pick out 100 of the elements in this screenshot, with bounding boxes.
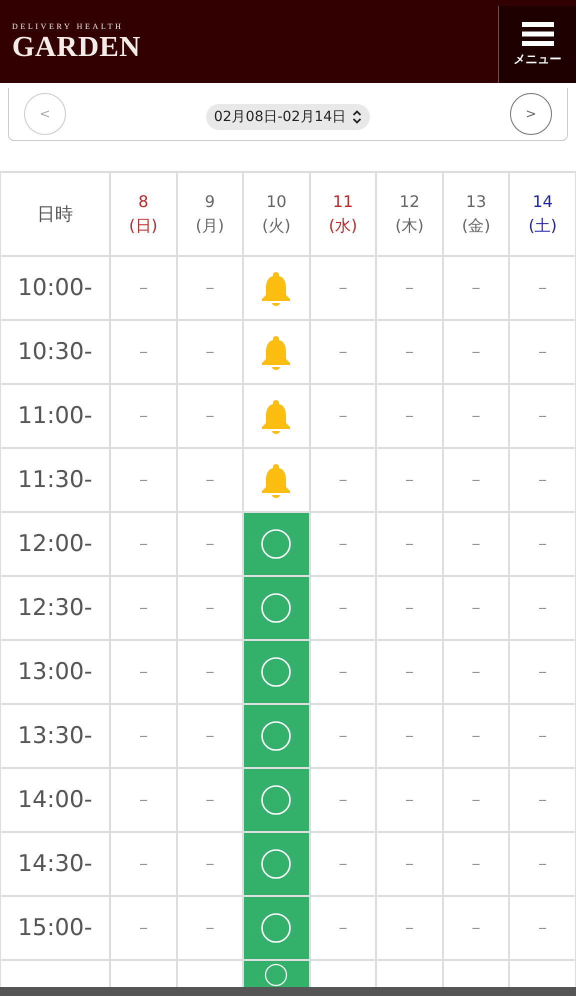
unavailable-cell: － [376,512,443,576]
unavailable-cell: － [110,512,177,576]
available-cell[interactable] [243,512,310,576]
time-cell: 15:00- [0,896,110,960]
unavailable-cell: － [509,512,576,576]
unavailable-cell: － [376,704,443,768]
unavailable-cell: － [442,576,510,640]
time-cell: 13:30- [0,704,110,768]
unavailable-cell: － [110,896,177,960]
time-cell: 11:30- [0,448,110,512]
unavailable-cell: － [110,768,177,832]
menu-icon [522,22,554,46]
logo-tagline: DELIVERY HEALTH [12,22,125,32]
day-date: 10 [265,191,288,213]
time-cell: 11:00- [0,384,110,448]
day-date: 9 [204,191,216,213]
unavailable-cell: － [442,448,510,512]
unavailable-cell: － [310,256,376,320]
circle-icon [260,848,292,880]
unavailable-cell: － [509,320,576,384]
circle-icon [260,720,292,752]
available-cell[interactable] [243,768,310,832]
week-select[interactable]: 02月08日-02月14日 [206,104,370,130]
time-cell: 10:30- [0,320,110,384]
day-date: 11 [332,191,354,213]
time-cell: 10:00- [0,256,110,320]
circle-icon [260,912,292,944]
available-cell[interactable] [243,704,310,768]
unavailable-cell: － [509,832,576,896]
available-cell[interactable] [243,896,310,960]
time-cell: 14:30- [0,832,110,896]
day-weekday: (土) [527,215,558,237]
bell-icon [261,398,292,434]
unavailable-cell: － [310,320,376,384]
day-weekday: (火) [261,215,292,237]
unavailable-cell: － [376,640,443,704]
day-weekday: (月) [194,215,226,237]
day-weekday: (水) [328,215,358,237]
unavailable-cell: － [442,704,510,768]
unavailable-cell: － [376,896,443,960]
circle-icon [260,656,292,688]
time-cell: 13:00- [0,640,110,704]
time-cell: 14:00- [0,768,110,832]
unavailable-cell: － [509,768,576,832]
unavailable-cell: － [376,832,443,896]
day-weekday: (金) [460,215,492,237]
unavailable-cell: － [176,256,244,320]
available-cell[interactable] [243,576,310,640]
day-date: 12 [398,191,421,213]
unavailable-cell: － [310,704,376,768]
logo[interactable]: GARDEN [12,32,141,62]
next-week-button[interactable]: > [510,93,552,135]
unavailable-cell: － [442,512,510,576]
unavailable-cell: － [176,448,244,512]
unavailable-cell: － [509,896,576,960]
circle-icon [260,592,292,624]
unavailable-cell: － [176,384,244,448]
time-cell: 12:30- [0,576,110,640]
unavailable-cell: － [110,320,177,384]
unavailable-cell: － [442,640,510,704]
unavailable-cell: － [442,896,510,960]
unavailable-cell: － [442,256,510,320]
time-cell: 12:00- [0,512,110,576]
available-cell[interactable] [243,832,310,896]
unavailable-cell: － [509,448,576,512]
bell-icon [261,270,292,306]
unavailable-cell: － [442,384,510,448]
unavailable-cell: － [310,896,376,960]
day-date: 13 [464,191,488,213]
unavailable-cell: － [509,576,576,640]
unavailable-cell: － [110,640,177,704]
menu-button[interactable]: メニュー [498,6,576,83]
unavailable-cell: － [442,320,510,384]
unavailable-cell: － [509,256,576,320]
unavailable-cell: － [376,256,443,320]
unavailable-cell: － [110,256,177,320]
unavailable-cell: － [310,512,376,576]
day-date: 14 [532,191,554,213]
unavailable-cell: － [509,704,576,768]
unavailable-cell: － [110,832,177,896]
unavailable-cell: － [110,576,177,640]
unavailable-cell: － [376,576,443,640]
unavailable-cell: － [442,832,510,896]
unavailable-cell: － [310,768,376,832]
day-weekday: (木) [394,215,425,237]
unavailable-cell: － [376,448,443,512]
unavailable-cell: － [310,384,376,448]
bell-icon [261,334,292,370]
circle-icon [260,528,292,560]
unavailable-cell: － [509,640,576,704]
bell-icon [261,462,292,498]
unavailable-cell: － [376,320,443,384]
unavailable-cell: － [110,448,177,512]
available-cell[interactable] [243,640,310,704]
chevrons-icon [352,110,362,124]
day-date: 8 [137,191,150,213]
unavailable-cell: － [376,384,443,448]
unavailable-cell: － [310,448,376,512]
available-cell[interactable] [243,960,310,987]
unavailable-cell: － [310,832,376,896]
